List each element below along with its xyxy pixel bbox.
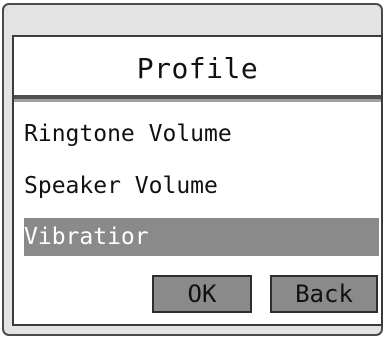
- menu-item-speaker-volume[interactable]: Speaker Volume: [24, 167, 379, 205]
- device-frame: Profile Ringtone Volume Speaker Volume V…: [2, 3, 383, 336]
- title-divider-shadow: [14, 99, 381, 102]
- profile-dialog: Profile Ringtone Volume Speaker Volume V…: [12, 35, 383, 326]
- menu-item-ringtone-volume[interactable]: Ringtone Volume: [24, 115, 379, 153]
- dialog-title: Profile: [136, 51, 259, 85]
- title-bar: Profile: [14, 37, 381, 95]
- menu-item-vibration[interactable]: Vibratior: [24, 218, 379, 256]
- back-button[interactable]: Back: [270, 275, 378, 313]
- ok-button[interactable]: OK: [152, 275, 252, 313]
